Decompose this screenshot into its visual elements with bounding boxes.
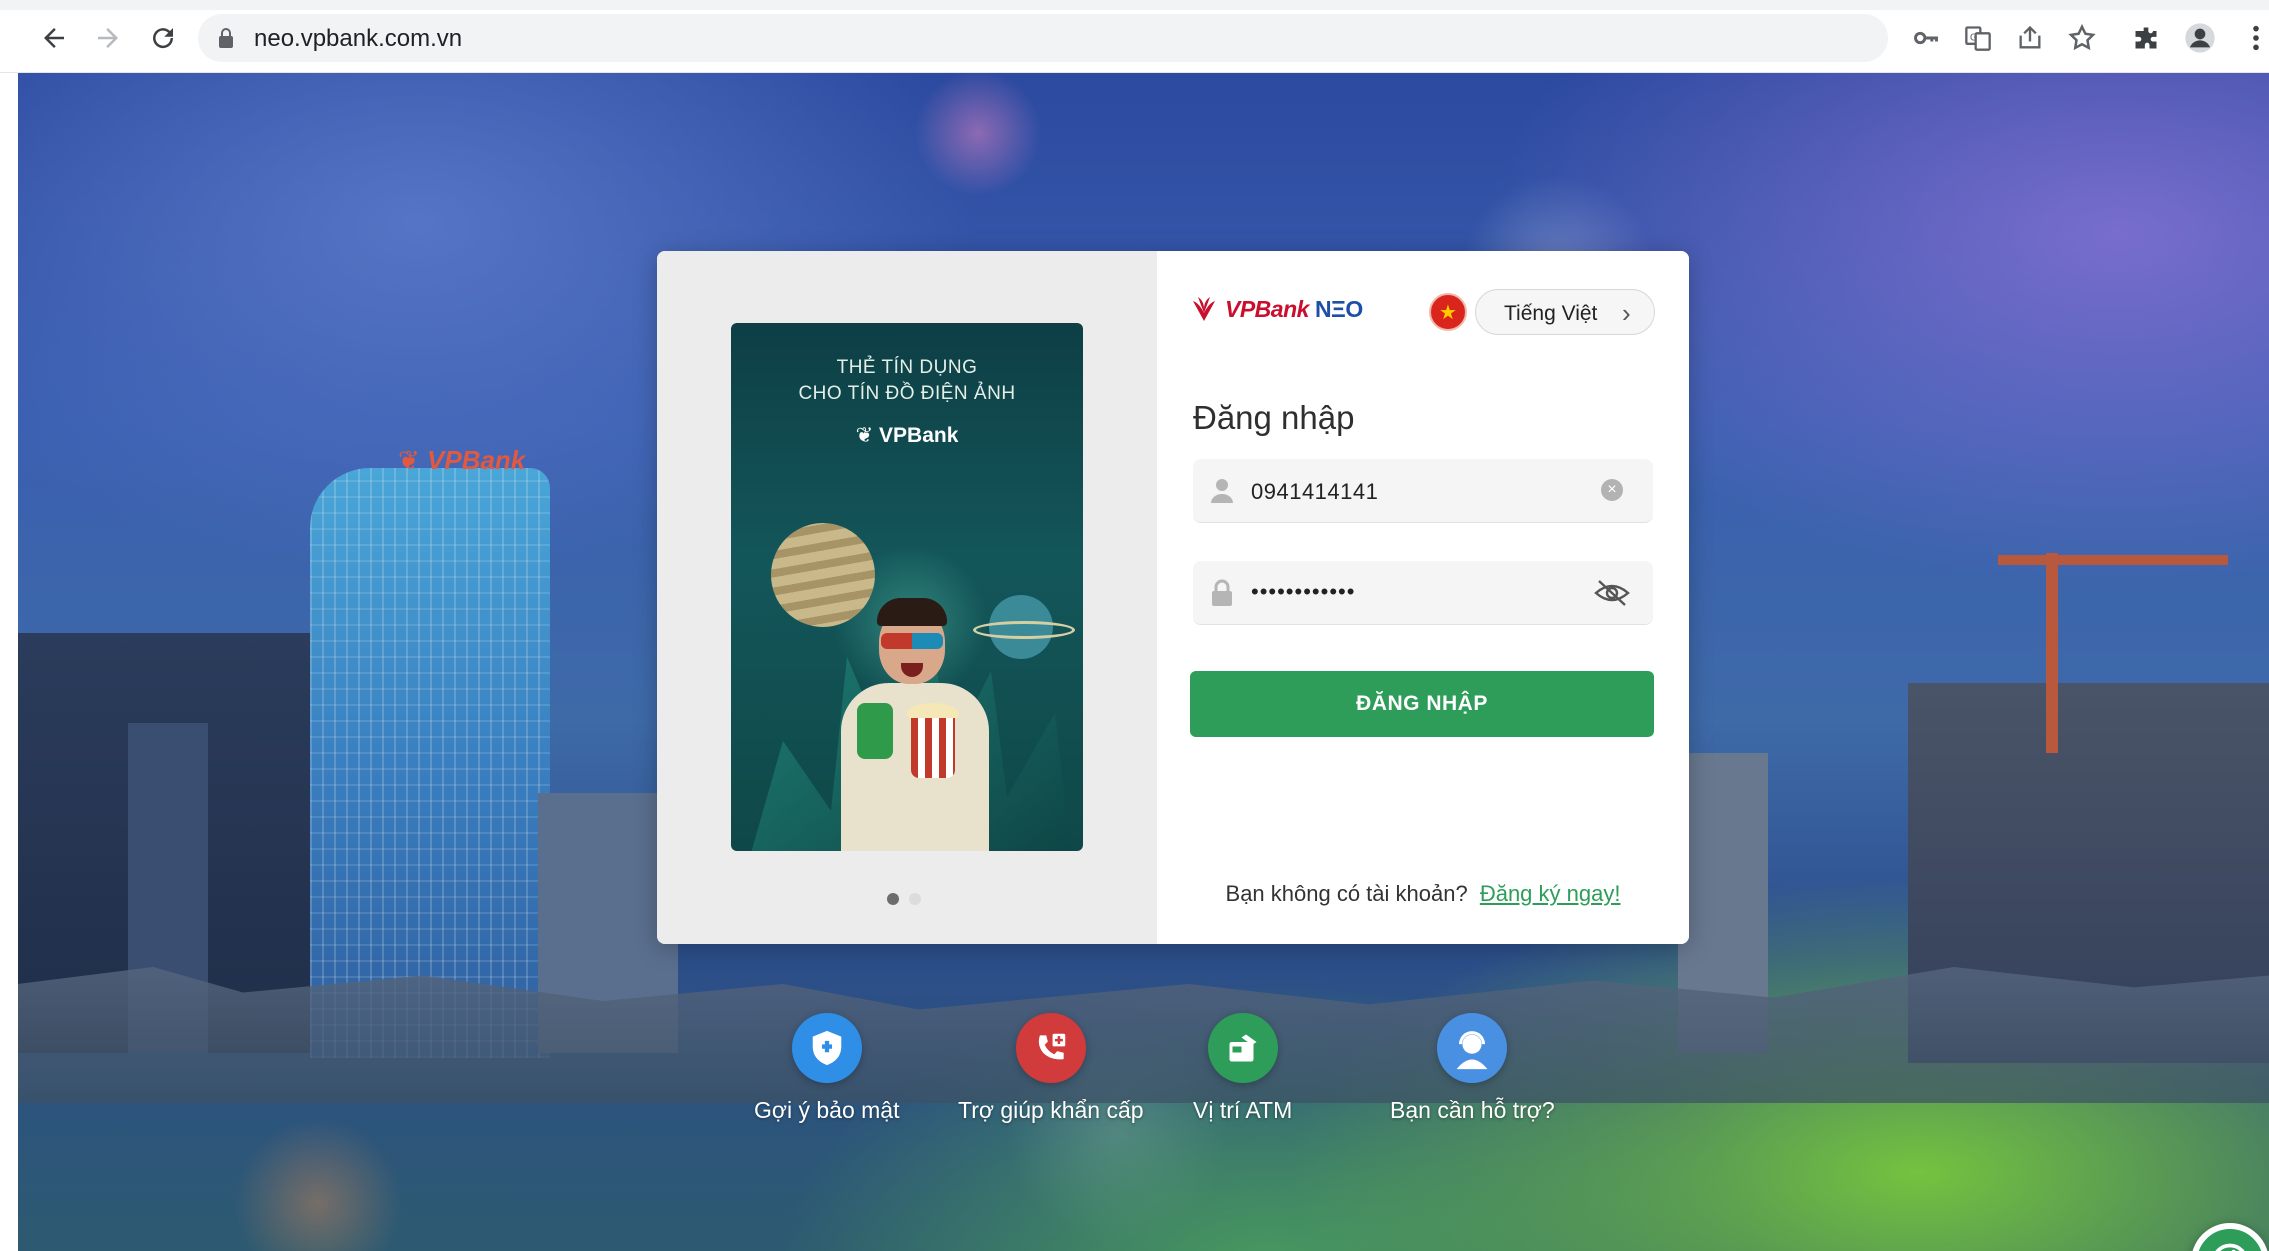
background-tower: [310, 468, 550, 1058]
quick-link-label: Trợ giúp khẩn cấp: [958, 1097, 1144, 1123]
emergency-call-icon: [1015, 1013, 1086, 1083]
chat-bubble-icon: [2215, 1243, 2245, 1251]
promo-banner[interactable]: THẺ TÍN DỤNG CHO TÍN ĐỒ ĐIỆN ẢNH ❦ VPBan…: [731, 323, 1083, 851]
promo-title-line1: THẺ TÍN DỤNG: [836, 357, 978, 378]
carousel-dot[interactable]: [909, 893, 921, 905]
drink-cup-illustration: [857, 703, 893, 759]
signup-link[interactable]: Đăng ký ngay!: [1480, 881, 1621, 906]
language-label: Tiếng Việt: [1504, 302, 1598, 325]
url-text: neo.vpbank.com.vn: [254, 25, 463, 52]
password-value[interactable]: ••••••••••••: [1251, 579, 1355, 605]
carousel-dot-active[interactable]: [887, 893, 899, 905]
quick-link-label: Vị trí ATM: [1193, 1097, 1293, 1123]
svg-text:G: G: [1970, 32, 1977, 43]
menu-icon[interactable]: [2240, 22, 2269, 54]
password-field[interactable]: ••••••••••••: [1193, 561, 1653, 625]
login-title: Đăng nhập: [1193, 399, 1355, 436]
atm-icon: [1207, 1013, 1278, 1083]
user-icon: [1211, 479, 1233, 503]
profile-icon[interactable]: [2184, 22, 2216, 54]
quick-link-label: Gợi ý bảo mật: [754, 1097, 900, 1123]
address-bar[interactable]: neo.vpbank.com.vn: [198, 14, 1888, 62]
reload-icon[interactable]: [145, 20, 181, 56]
language-selector[interactable]: Tiếng Việt ›: [1475, 289, 1655, 335]
extensions-icon[interactable]: [2130, 22, 2162, 54]
chevron-right-icon: ›: [1622, 298, 1631, 328]
popcorn-box-illustration: [911, 718, 955, 778]
promo-brand-text: VPBank: [879, 424, 959, 447]
clear-input-icon[interactable]: ×: [1601, 479, 1623, 501]
background-crane: [2046, 553, 2058, 753]
support-agent-icon: [1437, 1013, 1508, 1083]
vpbank-logo-icon: ❦: [855, 424, 880, 447]
logo-text-vpbank: VPBank: [1225, 295, 1309, 322]
vpbank-flower-icon: [1193, 297, 1215, 321]
tab-strip: [0, 0, 2269, 10]
tower-logo-image: ❦ VPBank: [398, 445, 526, 475]
forward-icon[interactable]: [90, 20, 126, 56]
vpbank-neo-logo: VPBank NΞO: [1189, 295, 1363, 323]
logo-text-neo: NΞO: [1314, 295, 1363, 322]
username-value[interactable]: 0941414141: [1251, 479, 1378, 505]
shield-icon: [791, 1013, 862, 1083]
promo-title: THẺ TÍN DỤNG CHO TÍN ĐỒ ĐIỆN ẢNH: [731, 355, 1083, 407]
quick-link-atm-location[interactable]: Vị trí ATM: [1193, 1013, 1292, 1124]
username-field[interactable]: 0941414141 ×: [1193, 459, 1653, 523]
login-card: THẺ TÍN DỤNG CHO TÍN ĐỒ ĐIỆN ẢNH ❦ VPBan…: [657, 251, 1689, 944]
planet-illustration: [771, 523, 875, 627]
promo-title-line2: CHO TÍN ĐỒ ĐIỆN ẢNH: [798, 383, 1016, 404]
browser-toolbar: neo.vpbank.com.vn G: [0, 0, 2269, 73]
ringed-planet-illustration: [973, 595, 1075, 659]
key-icon[interactable]: [1910, 22, 1942, 54]
eye-off-icon[interactable]: [1593, 577, 1631, 609]
chat-support-button[interactable]: [2191, 1223, 2269, 1251]
login-panel: VPBank NΞO ★ Tiếng Việt › Đăng nhập 0941…: [1157, 251, 1689, 944]
vietnam-flag-icon[interactable]: ★: [1429, 293, 1467, 331]
background-crane: [1998, 555, 2228, 565]
quick-link-label: Bạn cần hỗ trợ?: [1390, 1097, 1555, 1123]
page-background: ❦ VPBank THẺ TÍN DỤNG CHO TÍN ĐỒ ĐIỆN ẢN…: [18, 73, 2269, 1251]
promo-panel: THẺ TÍN DỤNG CHO TÍN ĐỒ ĐIỆN ẢNH ❦ VPBan…: [657, 251, 1157, 944]
back-icon[interactable]: [36, 20, 72, 56]
share-icon[interactable]: [2014, 22, 2046, 54]
bookmark-star-icon[interactable]: [2066, 22, 2098, 54]
carousel-dots: [887, 893, 921, 905]
lock-icon: [1212, 579, 1232, 606]
person-hair: [877, 598, 947, 626]
lock-icon: [219, 28, 233, 48]
signup-prompt: Bạn không có tài khoản? Đăng ký ngay!: [1157, 881, 1689, 907]
3d-glasses-illustration: [881, 633, 943, 649]
no-account-text: Bạn không có tài khoản?: [1225, 881, 1468, 906]
quick-link-support[interactable]: Bạn cần hỗ trợ?: [1390, 1013, 1555, 1124]
quick-link-security-tips[interactable]: Gợi ý bảo mật: [754, 1013, 899, 1124]
translate-icon[interactable]: G: [1962, 22, 1994, 54]
quick-link-emergency-help[interactable]: Trợ giúp khẩn cấp: [958, 1013, 1144, 1124]
login-button[interactable]: ĐĂNG NHẬP: [1190, 671, 1654, 737]
promo-brand: ❦ VPBank: [731, 423, 1083, 448]
